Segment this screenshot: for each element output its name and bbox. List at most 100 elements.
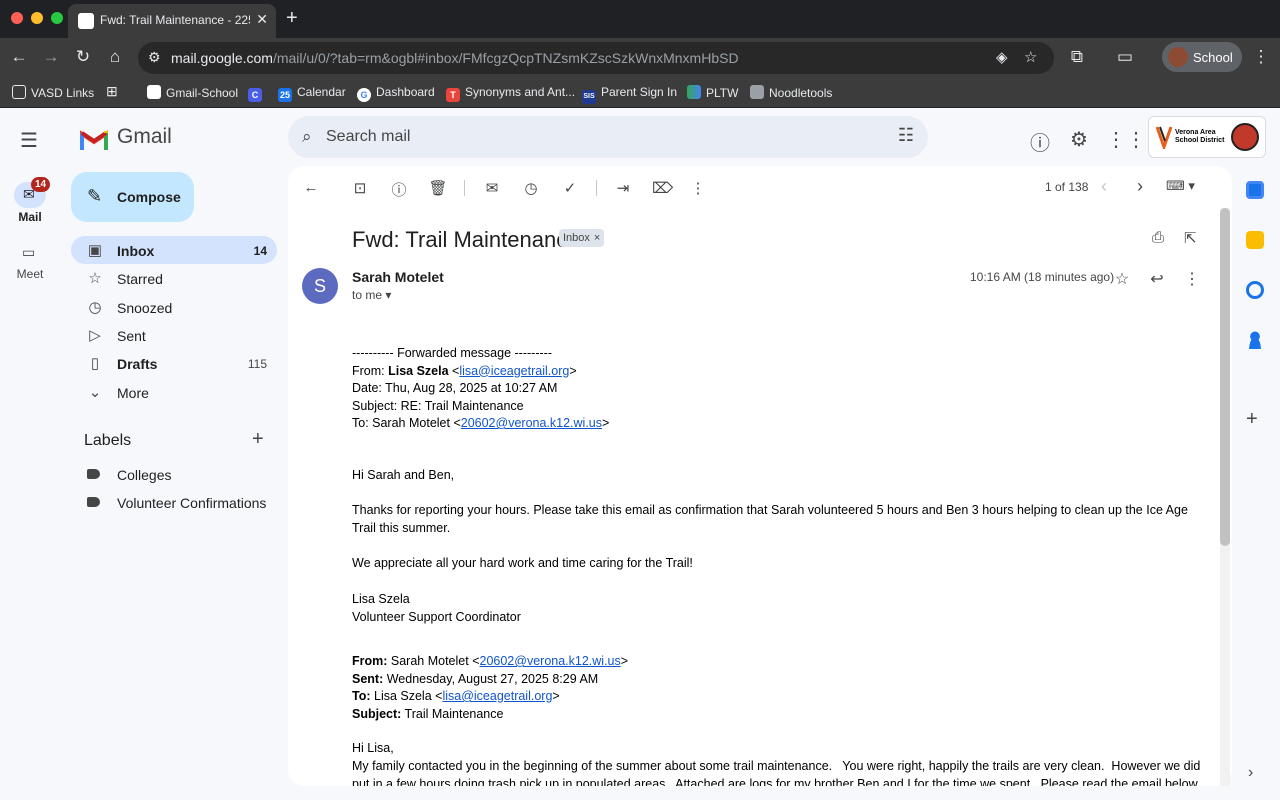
back-to-inbox-icon[interactable]: ← — [301, 179, 321, 196]
noodletools-icon — [750, 85, 764, 99]
contacts-icon[interactable] — [1246, 331, 1264, 349]
quoted-to-email-link[interactable]: lisa@iceagetrail.org — [442, 689, 552, 703]
reload-icon[interactable]: ↻ — [72, 47, 94, 67]
nav-item-snoozed[interactable]: ◷ Snoozed — [71, 293, 277, 321]
keep-icon[interactable] — [1246, 231, 1264, 249]
tab-close-icon[interactable]: ✕ — [256, 11, 268, 28]
input-tools-keyboard-icon[interactable]: ⌨ ▾ — [1166, 178, 1195, 194]
bookmark-pltw[interactable]: PLTW — [687, 85, 738, 100]
bookmark-calendar[interactable]: 25 Calendar — [278, 85, 346, 102]
archive-icon[interactable]: ⊡ — [350, 179, 370, 197]
label-colleges[interactable]: Colleges — [71, 460, 277, 488]
profile-button[interactable]: School — [1162, 42, 1242, 72]
help-icon[interactable]: ⓘ — [1028, 127, 1052, 156]
forward-icon[interactable]: → — [40, 47, 62, 67]
address-bar[interactable]: ⚙ mail.google.com/mail/u/0/?tab=rm&ogbl#… — [138, 42, 1054, 74]
mark-unread-icon[interactable]: ✉ — [482, 179, 502, 197]
inbox-label-chip[interactable]: Inbox × — [559, 229, 605, 247]
newer-chevron-icon[interactable]: ‹ — [1101, 176, 1107, 197]
gmail-favicon-icon — [78, 13, 94, 29]
extension-icon[interactable]: ◈ — [996, 48, 1008, 66]
rail-meet-label[interactable]: Meet — [0, 267, 60, 281]
remove-label-icon[interactable]: × — [594, 232, 600, 244]
label-icon[interactable]: ⌦ — [652, 179, 673, 197]
move-to-folder-icon[interactable]: ⇥ — [613, 179, 633, 197]
tab-search-icon[interactable]: ▭ — [1114, 47, 1136, 67]
delete-trash-icon[interactable]: 🗑 — [428, 179, 448, 197]
sender-name[interactable]: Sarah Motelet — [352, 269, 444, 285]
nav-label: Drafts — [117, 356, 158, 372]
bookmark-c[interactable]: C — [248, 85, 267, 102]
browser-tab[interactable]: Fwd: Trail Maintenance - 225 ✕ — [68, 4, 276, 38]
calendar-icon[interactable] — [1246, 181, 1264, 199]
bookmark-noodletools[interactable]: Noodletools — [750, 85, 832, 100]
bookmark-vasd-links[interactable]: VASD Links — [12, 85, 94, 100]
reply-icon[interactable]: ↩ — [1147, 269, 1167, 289]
star-icon: ☆ — [88, 270, 102, 287]
nav-label: Snoozed — [117, 300, 173, 316]
get-addons-plus-icon[interactable]: + — [1246, 408, 1258, 431]
tasks-icon[interactable] — [1246, 281, 1264, 299]
fwd-from-line: From: Lisa Szela <lisa@iceagetrail.org> — [352, 363, 577, 378]
bookmark-parent-sign-in[interactable]: SIS Parent Sign In — [582, 85, 677, 104]
account-button[interactable]: Verona Area School District — [1148, 116, 1266, 158]
search-icon[interactable]: ⌕ — [302, 127, 312, 147]
more-options-icon[interactable]: ⋮ — [688, 179, 708, 197]
bookmark-dashboard[interactable]: G Dashboard — [357, 85, 435, 102]
settings-gear-icon[interactable]: ⚙ — [1067, 127, 1091, 152]
nav-item-more[interactable]: ⌄ More — [71, 378, 277, 406]
recipient-details[interactable]: to me ▾ — [352, 288, 391, 302]
scrollbar-thumb[interactable] — [1220, 208, 1230, 546]
close-window-button[interactable] — [11, 12, 23, 24]
maximize-window-button[interactable] — [51, 12, 63, 24]
draft-document-icon: ▯ — [90, 355, 100, 372]
nav-item-inbox[interactable]: ▣ Inbox 14 — [71, 236, 277, 264]
apps-grid-icon[interactable]: ⊞ — [106, 83, 118, 100]
meet-video-icon[interactable]: ▭ — [22, 244, 35, 261]
show-side-panel-chevron-icon[interactable]: › — [1248, 764, 1253, 782]
search-bar[interactable]: ⌕ ☷ — [288, 116, 928, 158]
compose-button[interactable]: ✎ Compose — [71, 172, 194, 222]
home-icon[interactable]: ⌂ — [104, 47, 126, 67]
sender-avatar[interactable]: S — [302, 268, 338, 304]
minimize-window-button[interactable] — [31, 12, 43, 24]
main-menu-icon[interactable]: ☰ — [20, 128, 38, 153]
open-new-window-icon[interactable]: ⇱ — [1184, 229, 1197, 247]
search-options-icon[interactable]: ☷ — [898, 125, 914, 146]
extensions-puzzle-icon[interactable]: ⧉ — [1066, 47, 1088, 67]
nav-item-drafts[interactable]: ▯ Drafts 115 — [71, 349, 277, 377]
fwd-to-email-link[interactable]: 20602@verona.k12.wi.us — [461, 416, 602, 430]
report-spam-icon[interactable]: ⓘ — [389, 179, 409, 200]
create-label-plus-icon[interactable]: + — [252, 428, 264, 451]
browser-menu-icon[interactable]: ⋮ — [1250, 47, 1272, 67]
profile-name: School — [1193, 50, 1233, 65]
snooze-clock-icon[interactable]: ◷ — [521, 179, 541, 197]
older-chevron-icon[interactable]: › — [1137, 176, 1143, 197]
add-to-tasks-icon[interactable]: ✓ — [560, 179, 580, 197]
google-apps-icon[interactable]: ⋮⋮ — [1106, 127, 1146, 152]
back-icon[interactable]: ← — [8, 47, 30, 67]
fwd-from-email-link[interactable]: lisa@iceagetrail.org — [459, 364, 569, 378]
folder-icon — [12, 85, 26, 99]
quoted-from-email-link[interactable]: 20602@verona.k12.wi.us — [480, 654, 621, 668]
bookmark-synonyms[interactable]: T Synonyms and Ant... — [446, 85, 575, 102]
new-tab-button[interactable]: + — [286, 7, 298, 30]
bookmark-star-icon[interactable]: ☆ — [1024, 48, 1037, 66]
district-mascot-icon — [1231, 123, 1259, 151]
print-icon[interactable]: ⎙ — [1152, 229, 1164, 246]
nav-item-sent[interactable]: ▷ Sent — [71, 321, 277, 349]
bookmark-gmail-school[interactable]: Gmail-School — [147, 85, 238, 100]
gmail-m-icon — [80, 130, 108, 150]
pager-count: 1 of 138 — [1045, 180, 1089, 194]
browser-toolbar: ← → ↻ ⌂ ⚙ mail.google.com/mail/u/0/?tab=… — [0, 38, 1280, 78]
search-input[interactable] — [326, 122, 846, 152]
rail-mail-label[interactable]: Mail — [0, 210, 60, 224]
message-more-icon[interactable]: ⋮ — [1182, 269, 1202, 289]
nav-item-starred[interactable]: ☆ Starred — [71, 264, 277, 292]
chip-label: Inbox — [563, 232, 590, 244]
site-info-icon[interactable]: ⚙ — [148, 49, 161, 66]
label-volunteer-confirmations[interactable]: Volunteer Confirmations — [71, 488, 277, 516]
star-message-icon[interactable]: ☆ — [1112, 269, 1132, 289]
message-scrollbar[interactable] — [1220, 208, 1230, 786]
signature: Lisa Szela Volunteer Support Coordinator — [352, 591, 1202, 626]
